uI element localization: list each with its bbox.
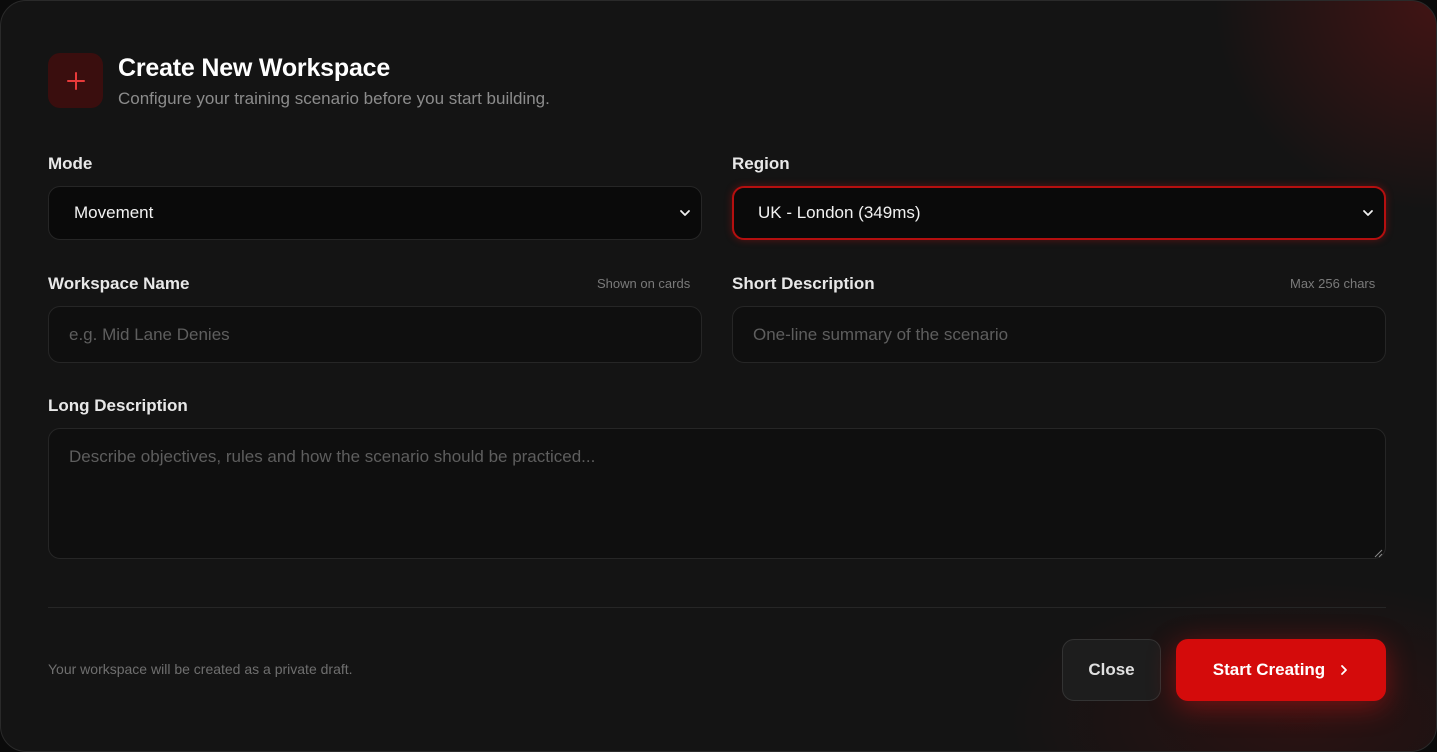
chevron-down-icon (1363, 210, 1373, 216)
plus-icon (66, 71, 85, 90)
header-icon-tile (48, 53, 103, 108)
mode-selected-value: Movement (74, 203, 154, 222)
workspace-name-label: Workspace Name (48, 274, 190, 293)
close-button[interactable]: Close (1062, 639, 1161, 701)
footer-note: Your workspace will be created as a priv… (48, 661, 353, 677)
modal-title: Create New Workspace (118, 54, 391, 82)
chevron-right-icon (1341, 665, 1348, 675)
region-label: Region (732, 154, 790, 173)
workspace-name-input[interactable] (48, 306, 702, 363)
resize-handle-icon[interactable] (1373, 548, 1383, 558)
region-selected-value: UK - London (349ms) (758, 203, 921, 222)
region-select[interactable]: UK - London (349ms) (732, 186, 1386, 240)
workspace-name-hint: Shown on cards (597, 276, 691, 291)
footer-divider (48, 607, 1386, 608)
short-description-input[interactable] (732, 306, 1386, 363)
long-description-label: Long Description (48, 396, 188, 415)
modal-subtitle: Configure your training scenario before … (118, 89, 550, 108)
close-button-label: Close (1088, 660, 1135, 679)
mode-label: Mode (48, 154, 93, 173)
mode-select[interactable]: Movement (48, 186, 702, 240)
create-workspace-modal: Create New Workspace Configure your trai… (0, 0, 1437, 752)
short-description-label: Short Description (732, 274, 875, 293)
start-creating-button[interactable]: Start Creating (1176, 639, 1386, 701)
chevron-down-icon (680, 210, 690, 216)
long-description-textarea[interactable] (48, 428, 1386, 559)
start-creating-label: Start Creating (1212, 660, 1326, 679)
short-description-hint: Max 256 chars (1290, 276, 1376, 291)
